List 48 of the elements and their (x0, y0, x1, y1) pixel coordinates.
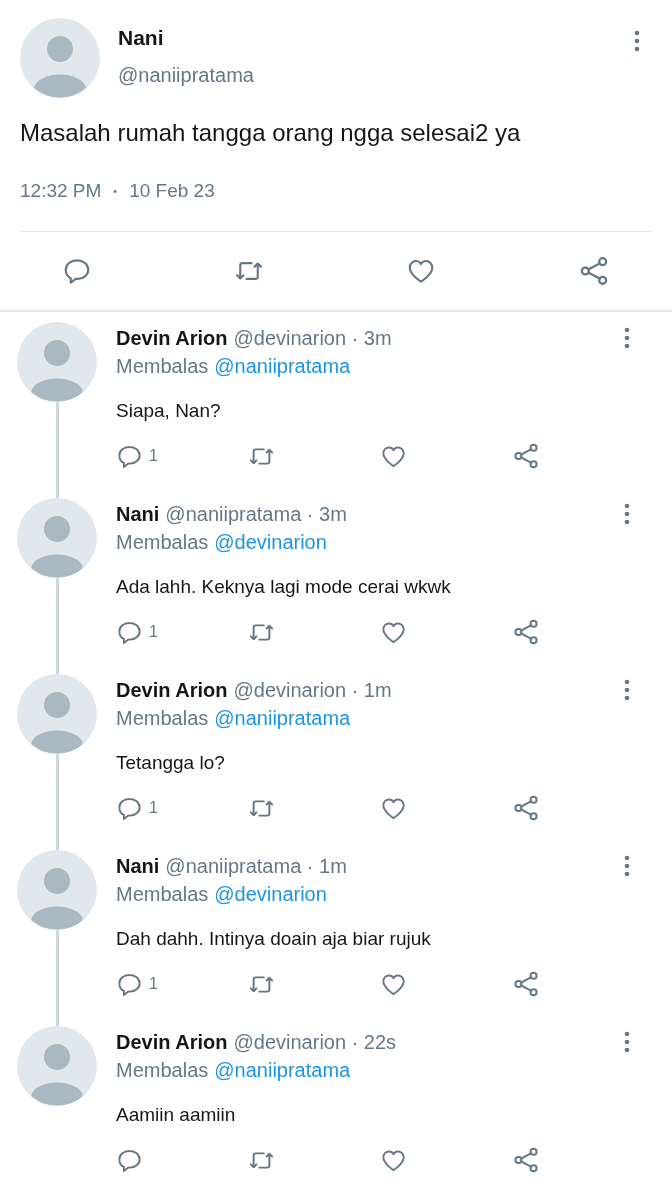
replying-label: Membalas (116, 706, 209, 731)
reply-count: 1 (149, 446, 158, 466)
reply-handle-time: @devinarion · 22s (233, 1030, 397, 1055)
reply-text: Ada lahh. Keknya lagi mode cerai wkwk (116, 575, 452, 599)
reply-author-name: Nani (116, 854, 160, 879)
author-name: Nani (118, 25, 165, 51)
replying-label: Membalas (116, 530, 209, 555)
reply-text: Dah dahh. Intinya doain aja biar rujuk (116, 927, 432, 951)
mention-link[interactable]: @devinarion (214, 879, 327, 909)
share-icon[interactable] (512, 970, 540, 998)
reply-handle-time: @naniipratama · 1m (165, 854, 347, 879)
mention-link[interactable]: @naniipratama (214, 1055, 351, 1085)
reply-author-name: Devin Arion (116, 678, 228, 703)
tweet-date: 10 Feb 23 (129, 179, 215, 203)
share-icon[interactable] (512, 442, 540, 470)
replying-label: Membalas (116, 1058, 209, 1083)
reply-handle-time: @naniipratama · 3m (165, 502, 347, 527)
reply-count: 1 (149, 798, 158, 818)
more-options-icon[interactable] (624, 327, 630, 349)
reply-author-name: Nani (116, 502, 160, 527)
reply-icon[interactable] (62, 256, 92, 286)
more-options-icon[interactable] (624, 855, 630, 877)
reply-count: 1 (149, 974, 158, 994)
separator-dot: • (113, 184, 118, 199)
more-options-icon[interactable] (624, 1031, 630, 1053)
reply-author-name: Devin Arion (116, 326, 228, 351)
tweet-time: 12:32 PM (20, 179, 102, 203)
reply-handle-time: @devinarion · 3m (233, 326, 392, 351)
more-options-icon[interactable] (624, 679, 630, 701)
reply-count: 1 (149, 622, 158, 642)
reply-text: Aamiin aamiin (116, 1103, 237, 1127)
mention-link[interactable]: @devinarion (214, 527, 327, 557)
more-options-icon[interactable] (634, 30, 640, 52)
tweet-text: Masalah rumah tangga orang ngga selesai2 ya (19, 118, 522, 148)
more-options-icon[interactable] (624, 503, 630, 525)
replying-label: Membalas (116, 354, 209, 379)
share-icon[interactable] (512, 618, 540, 646)
mention-link[interactable]: @naniipratama (214, 703, 351, 733)
reply-text: Siapa, Nan? (116, 399, 222, 423)
reply-text: Tetangga lo? (116, 751, 226, 775)
share-icon[interactable] (512, 794, 540, 822)
reply-author-name: Devin Arion (116, 1030, 228, 1055)
mention-link[interactable]: @naniipratama (214, 351, 351, 381)
reply-handle-time: @devinarion · 1m (233, 678, 392, 703)
share-icon[interactable] (578, 255, 610, 287)
author-handle: @naniipratama (118, 63, 255, 88)
share-icon[interactable] (512, 1146, 540, 1174)
replying-label: Membalas (116, 882, 209, 907)
